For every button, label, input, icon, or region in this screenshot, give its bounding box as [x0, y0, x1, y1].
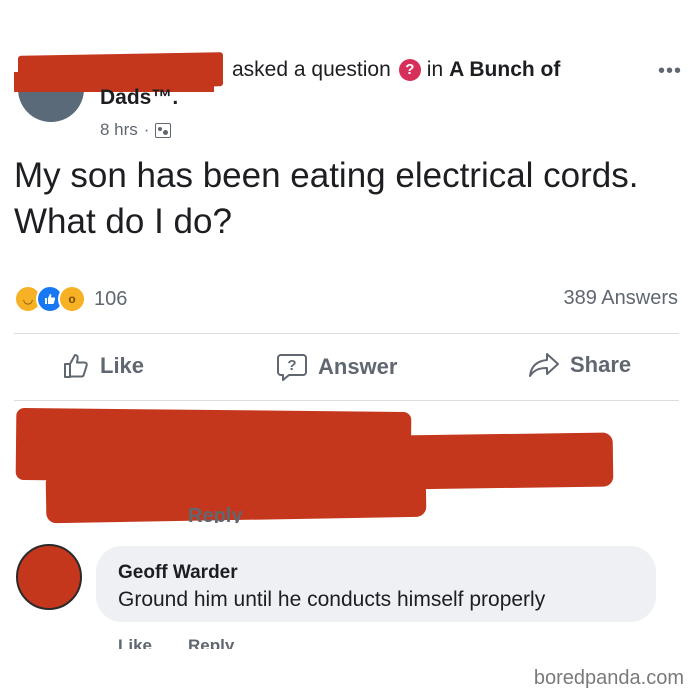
- divider: [14, 400, 679, 401]
- question-badge-icon: ?: [398, 59, 421, 81]
- group-privacy-icon: [155, 122, 172, 138]
- share-button[interactable]: Share: [528, 352, 631, 378]
- comment-like-button[interactable]: Like: [118, 636, 152, 649]
- comment-text: Ground him until he conducts himself pro…: [118, 588, 546, 611]
- like-label: Like: [100, 353, 145, 378]
- divider: [14, 333, 679, 334]
- comment-reply-button[interactable]: Reply: [188, 505, 242, 523]
- share-arrow-icon: [528, 352, 560, 378]
- redacted-comment-block: [394, 432, 614, 490]
- answer-label: Answer: [318, 354, 398, 379]
- post-meta: 8 hrs ·: [100, 120, 172, 140]
- svg-text:?: ?: [287, 357, 296, 374]
- post-time[interactable]: 8 hrs: [100, 120, 138, 140]
- commenter-avatar[interactable]: [16, 544, 82, 610]
- more-options-icon[interactable]: •••: [658, 60, 682, 83]
- asked-question-label: asked a question: [232, 58, 391, 81]
- group-name-link[interactable]: A Bunch of: [449, 58, 560, 82]
- like-button[interactable]: Like: [62, 352, 144, 380]
- reaction-count: 106: [94, 287, 128, 310]
- watermark: boredpanda.com: [533, 667, 684, 689]
- post-header-text: asked a question ? in A Bunch of: [232, 58, 560, 82]
- comment-reply-button[interactable]: Reply: [188, 636, 234, 649]
- group-prefix: in: [426, 58, 444, 81]
- answers-count-link[interactable]: 389 Answers: [563, 287, 678, 310]
- reaction-summary[interactable]: ◡ o 106: [14, 285, 127, 313]
- thumbs-up-icon: [62, 352, 90, 380]
- question-bubble-icon: ?: [276, 352, 308, 382]
- wow-reaction-icon: o: [58, 285, 86, 313]
- answer-button[interactable]: ? Answer: [276, 352, 397, 382]
- share-label: Share: [570, 352, 632, 377]
- commenter-name[interactable]: Geoff Warder: [118, 562, 238, 584]
- question-text: My son has been eating electrical cords.…: [14, 156, 639, 241]
- meta-separator: ·: [143, 120, 150, 139]
- group-name-continued[interactable]: Dads™.: [100, 86, 178, 106]
